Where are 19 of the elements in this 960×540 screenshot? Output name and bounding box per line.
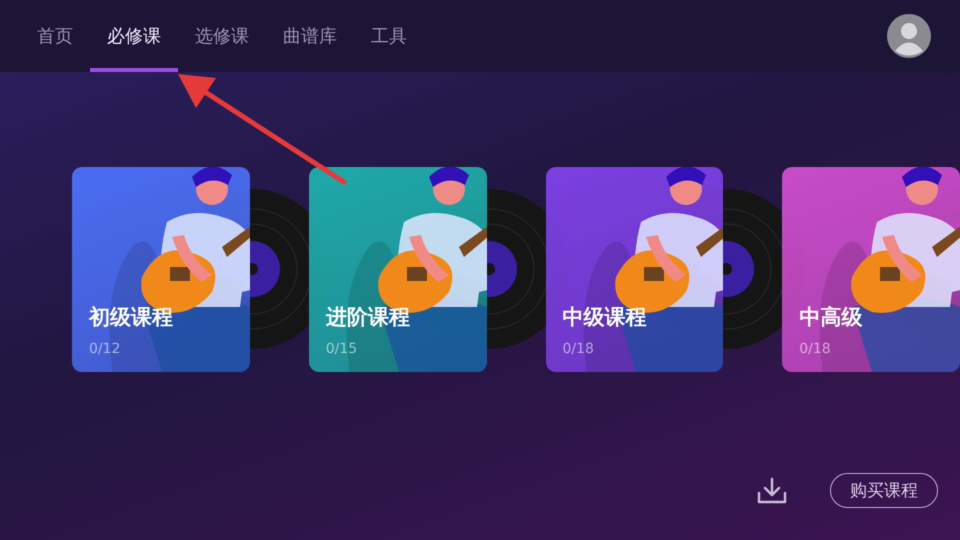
course-progress: 0/12 — [89, 341, 120, 357]
course-title: 中级课程 — [562, 304, 646, 331]
nav-tab[interactable]: 曲谱库 — [266, 0, 354, 72]
nav-tab[interactable]: 选修课 — [178, 0, 266, 72]
course-progress: 0/18 — [799, 341, 831, 357]
course-progress: 0/18 — [562, 341, 594, 357]
course-card[interactable]: 进阶课程 0/15 — [308, 167, 486, 372]
course-card[interactable]: 初级课程 0/12 — [72, 167, 250, 372]
buy-course-button[interactable]: 购买课程 — [830, 473, 938, 508]
nav-tab[interactable]: 首页 — [20, 0, 90, 72]
course-title: 进阶课程 — [326, 304, 410, 331]
course-title: 初级课程 — [89, 304, 173, 331]
course-card[interactable]: 中高级 0/18 — [782, 167, 960, 372]
course-card[interactable]: 中级课程 0/18 — [546, 167, 724, 372]
course-progress: 0/15 — [326, 341, 358, 357]
download-icon[interactable] — [756, 476, 788, 504]
nav-tab[interactable]: 工具 — [354, 0, 424, 72]
avatar-icon[interactable] — [887, 14, 931, 58]
course-title: 中高级 — [799, 304, 862, 331]
